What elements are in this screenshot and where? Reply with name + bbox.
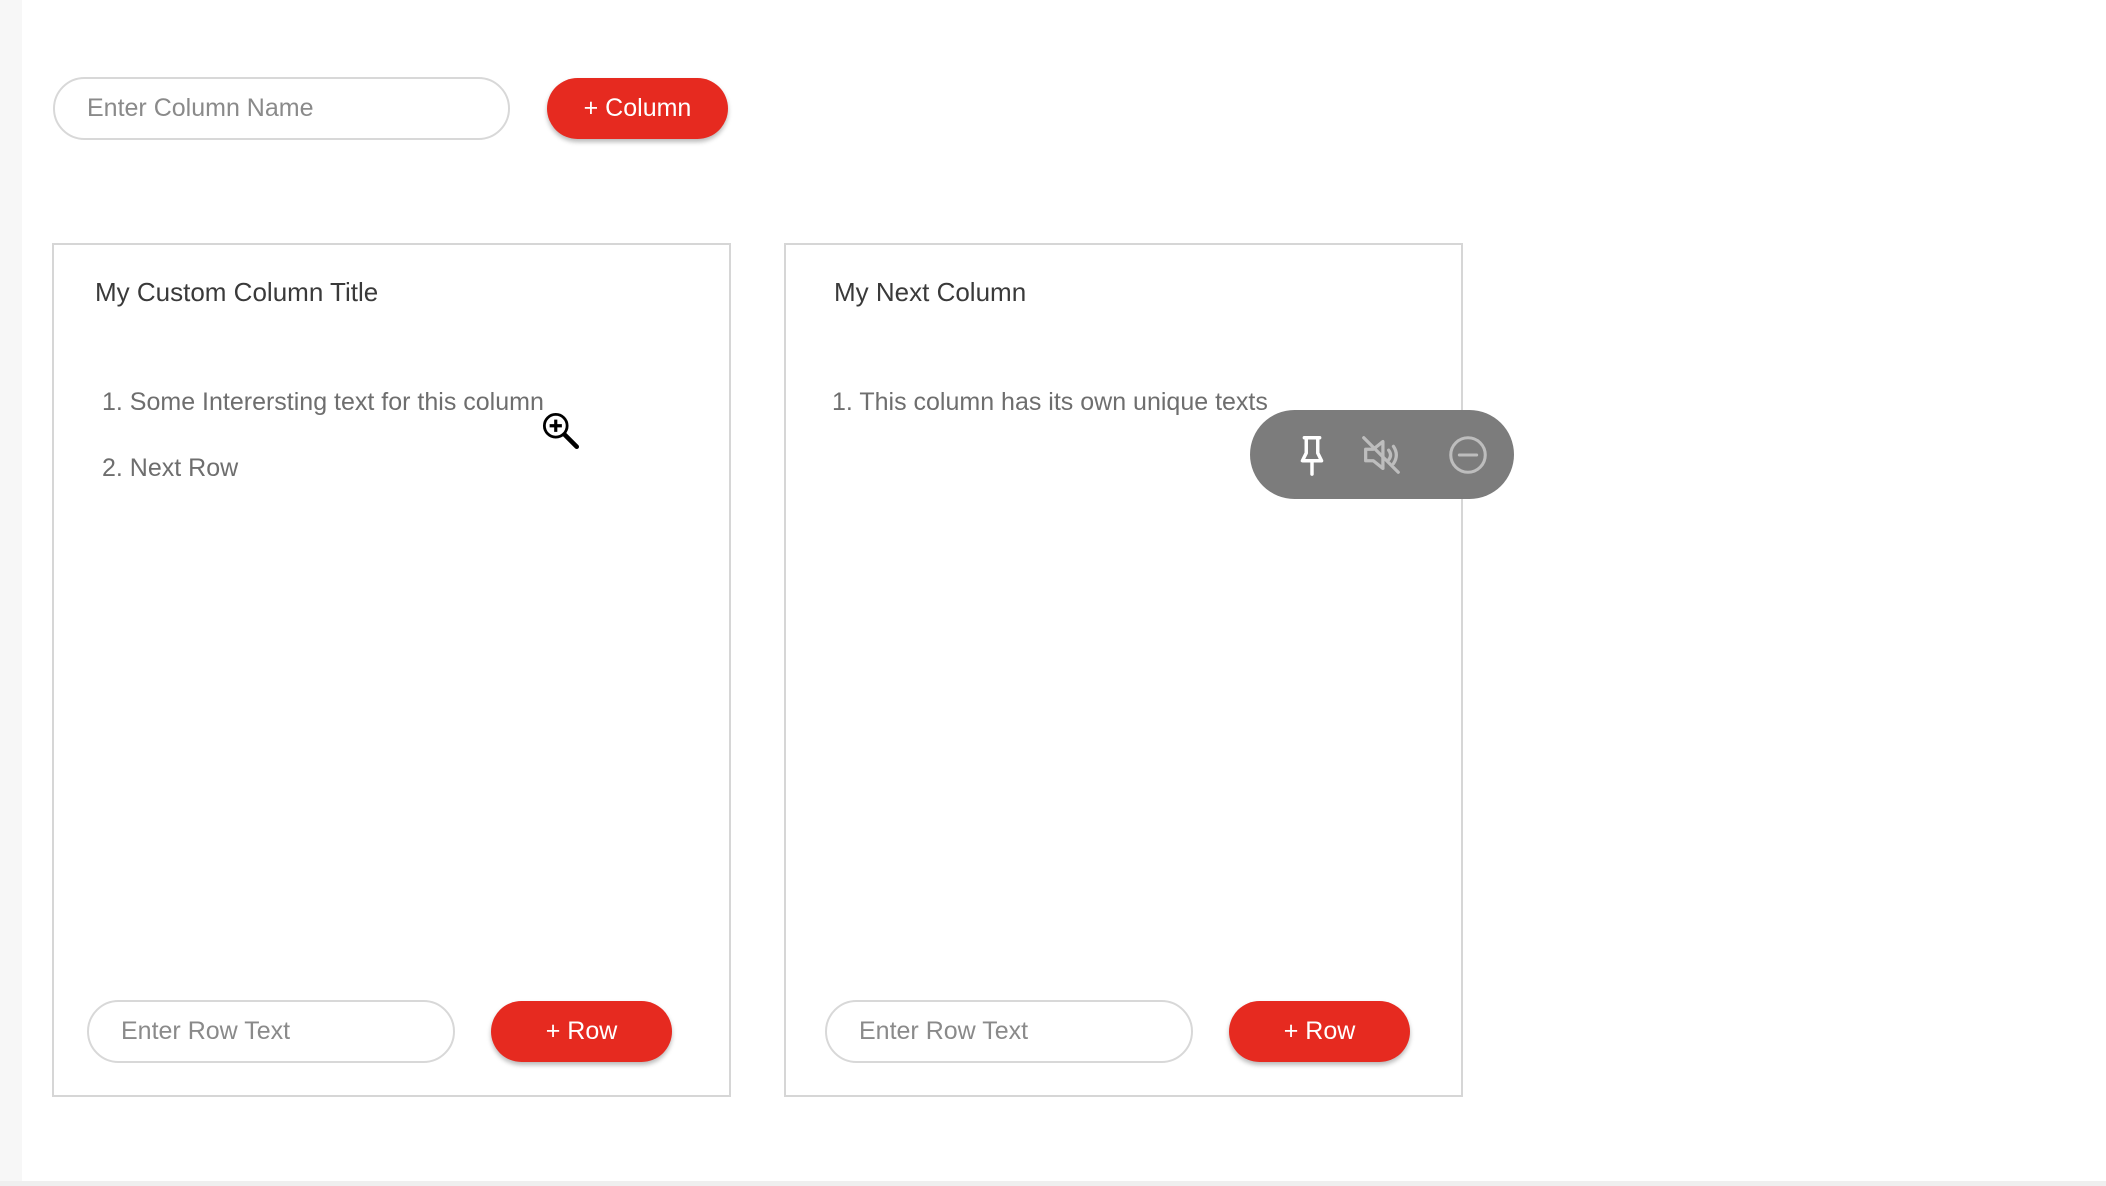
left-edge <box>0 0 22 1186</box>
row-text-input[interactable] <box>825 1000 1193 1063</box>
add-row-button[interactable]: + Row <box>491 1001 672 1062</box>
column-title: My Next Column <box>834 277 1027 307</box>
mute-icon[interactable] <box>1358 432 1404 478</box>
minimize-icon[interactable] <box>1445 432 1491 478</box>
column-title: My Custom Column Title <box>95 277 379 307</box>
row-list: 1. This column has its own unique texts <box>832 386 1268 452</box>
column-name-input[interactable] <box>53 77 510 140</box>
floating-toolbar <box>1250 410 1514 499</box>
list-item: 2. Next Row <box>102 454 239 482</box>
row-list: 1. Some Interersting text for this colum… <box>102 386 544 518</box>
column-card: My Custom Column Title 1. Some Intererst… <box>52 243 731 1097</box>
add-row-button[interactable]: + Row <box>1229 1001 1410 1062</box>
zoom-in-cursor-icon <box>540 410 582 452</box>
pin-icon[interactable] <box>1289 432 1335 478</box>
add-column-button[interactable]: + Column <box>547 78 728 139</box>
list-item: 1. This column has its own unique texts <box>832 388 1268 416</box>
column-card: My Next Column 1. This column has its ow… <box>784 243 1463 1097</box>
bottom-edge <box>0 1181 2106 1186</box>
list-item: 1. Some Interersting text for this colum… <box>102 388 544 416</box>
row-text-input[interactable] <box>87 1000 455 1063</box>
